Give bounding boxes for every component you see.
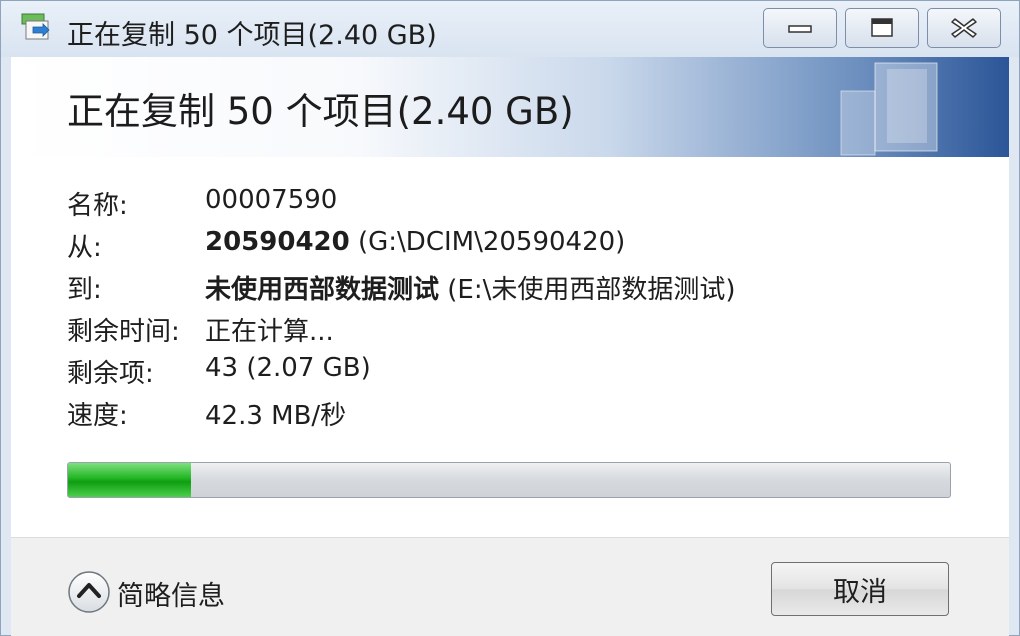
name-value: 00007590 bbox=[205, 185, 338, 215]
to-label: 到: bbox=[67, 275, 102, 305]
fewer-details-toggle[interactable]: 简略信息 bbox=[117, 574, 225, 613]
items-remaining-value: 43 (2.07 GB) bbox=[205, 353, 371, 383]
maximize-icon bbox=[871, 18, 893, 37]
copy-progress-bar bbox=[67, 462, 951, 498]
close-icon bbox=[951, 18, 977, 38]
name-label: 名称: bbox=[67, 191, 128, 221]
title-bar[interactable]: 正在复制 50 个项目(2.40 GB) bbox=[1, 1, 1019, 57]
from-path: (G:\DCIM\20590420) bbox=[349, 227, 626, 257]
chevron-up-icon[interactable] bbox=[67, 570, 111, 614]
from-label: 从: bbox=[67, 233, 102, 263]
from-folder-name[interactable]: 20590420 bbox=[205, 227, 350, 257]
speed-label: 速度: bbox=[67, 401, 128, 431]
copy-dialog-window: 正在复制 50 个项目(2.40 GB) 正在复制 50 个项目(2.40 GB… bbox=[0, 0, 1020, 636]
copy-file-icon bbox=[21, 13, 50, 40]
window-title: 正在复制 50 个项目(2.40 GB) bbox=[67, 20, 437, 51]
close-button[interactable] bbox=[927, 8, 1001, 48]
to-value[interactable]: 未使用西部数据测试 (E:\未使用西部数据测试) bbox=[205, 269, 736, 306]
progress-fill bbox=[68, 463, 192, 497]
maximize-button[interactable] bbox=[845, 8, 919, 48]
speed-value: 42.3 MB/秒 bbox=[205, 401, 347, 431]
minimize-button[interactable] bbox=[763, 8, 837, 48]
details-panel: 名称: 00007590 从: 20590420 (G:\DCIM\205904… bbox=[11, 157, 1009, 537]
time-remaining-label: 剩余时间: bbox=[67, 317, 180, 347]
from-value[interactable]: 20590420 (G:\DCIM\20590420) bbox=[205, 227, 625, 257]
copy-animation-graphic bbox=[840, 62, 938, 156]
dialog-footer: 简略信息 取消 bbox=[11, 537, 1009, 636]
cancel-button[interactable]: 取消 bbox=[771, 562, 949, 616]
to-path: (E:\未使用西部数据测试) bbox=[439, 275, 736, 305]
time-remaining-value: 正在计算... bbox=[205, 317, 334, 347]
items-remaining-label: 剩余项: bbox=[67, 359, 154, 389]
header-title: 正在复制 50 个项目(2.40 GB) bbox=[67, 90, 574, 133]
dialog-header: 正在复制 50 个项目(2.40 GB) bbox=[11, 57, 1009, 157]
minimize-icon bbox=[788, 25, 812, 33]
to-folder-name[interactable]: 未使用西部数据测试 bbox=[205, 275, 439, 305]
